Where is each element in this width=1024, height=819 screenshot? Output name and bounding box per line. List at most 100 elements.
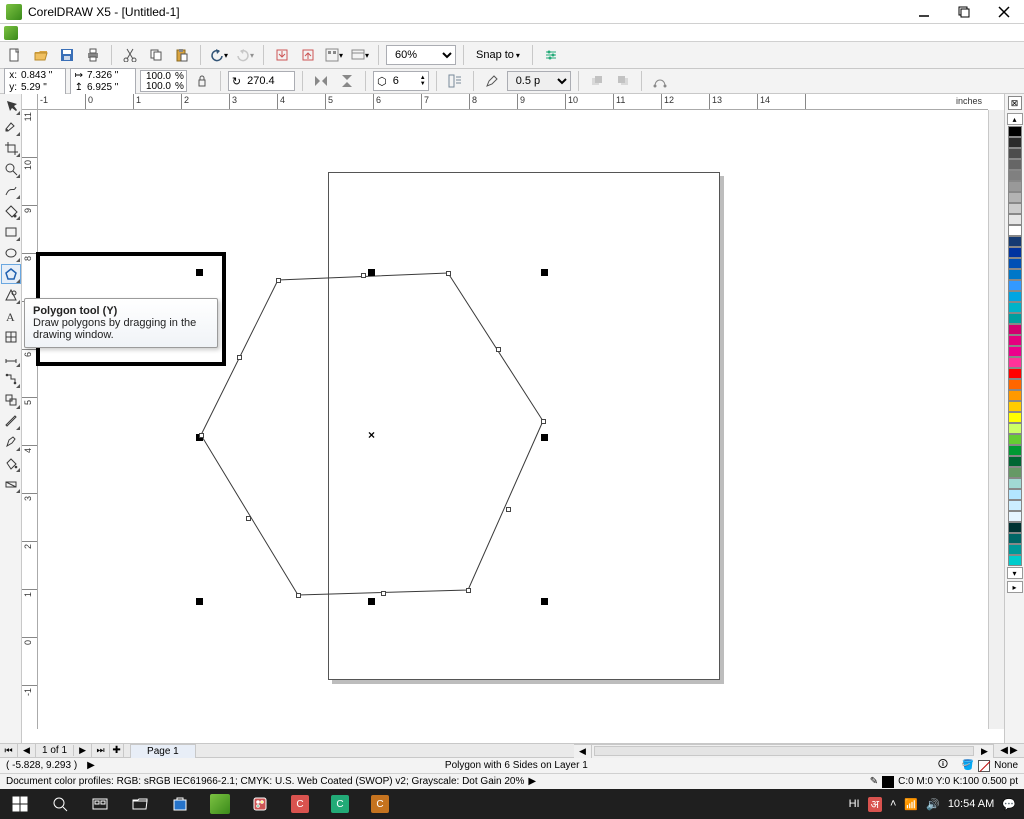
color-swatch[interactable] [1008, 445, 1022, 456]
taskbar-app-paint[interactable] [240, 789, 280, 819]
copy-button[interactable] [145, 44, 167, 66]
color-swatch[interactable] [1008, 335, 1022, 346]
color-swatch[interactable] [1008, 159, 1022, 170]
color-swatch[interactable] [1008, 192, 1022, 203]
color-swatch[interactable] [1008, 291, 1022, 302]
selection-handle-e[interactable] [541, 434, 548, 441]
color-swatch[interactable] [1008, 467, 1022, 478]
basic-shapes-tool[interactable] [1, 285, 21, 305]
outline-tool[interactable] [1, 432, 21, 452]
color-swatch[interactable] [1008, 456, 1022, 467]
drawing-canvas[interactable]: × [38, 110, 988, 729]
selection-handle-ne[interactable] [541, 269, 548, 276]
taskbar-app-store[interactable] [160, 789, 200, 819]
polygon-sides-input[interactable] [390, 74, 420, 88]
page-first-button[interactable]: ⏮ [0, 744, 18, 758]
tray-time[interactable]: 10:54 AM [948, 798, 994, 810]
to-back-button[interactable] [612, 70, 634, 92]
minimize-button[interactable] [904, 0, 944, 24]
fill-swatch-none[interactable] [978, 760, 990, 772]
selection-handle-n[interactable] [368, 269, 375, 276]
selection-handle-s[interactable] [368, 598, 375, 605]
export-button[interactable] [297, 44, 319, 66]
shape-node[interactable] [237, 355, 242, 360]
zoom-combo[interactable]: 60% [386, 45, 456, 65]
taskbar-app-2[interactable]: C [320, 789, 360, 819]
color-swatch[interactable] [1008, 269, 1022, 280]
paste-button[interactable] [171, 44, 193, 66]
selection-handle-sw[interactable] [196, 598, 203, 605]
selection-handle-se[interactable] [541, 598, 548, 605]
color-swatch[interactable] [1008, 225, 1022, 236]
profiles-expand-icon[interactable]: ▶ [528, 776, 536, 787]
color-swatch[interactable] [1008, 346, 1022, 357]
color-swatch[interactable] [1008, 280, 1022, 291]
color-swatch[interactable] [1008, 313, 1022, 324]
outline-width-combo[interactable]: 0.5 pt [507, 71, 571, 91]
color-swatch[interactable] [1008, 302, 1022, 313]
shape-node[interactable] [466, 588, 471, 593]
add-page-button[interactable]: ✚ [110, 744, 124, 758]
polygon-shape[interactable] [38, 110, 998, 743]
shape-node[interactable] [296, 593, 301, 598]
color-swatch[interactable] [1008, 555, 1022, 566]
color-swatch[interactable] [1008, 434, 1022, 445]
tray-network-icon[interactable]: 📶 [904, 798, 918, 811]
color-swatch[interactable] [1008, 324, 1022, 335]
redo-button[interactable]: ▾ [234, 44, 256, 66]
object-width-input[interactable] [85, 70, 133, 81]
color-swatch[interactable] [1008, 148, 1022, 159]
color-swatch[interactable] [1008, 489, 1022, 500]
app-launcher-button[interactable]: ▾ [323, 44, 345, 66]
shape-node[interactable] [541, 419, 546, 424]
convert-to-curves-button[interactable] [649, 70, 671, 92]
shape-node[interactable] [381, 591, 386, 596]
color-swatch[interactable] [1008, 522, 1022, 533]
eyedropper-tool[interactable] [1, 411, 21, 431]
shape-node[interactable] [361, 273, 366, 278]
interactive-fill-tool[interactable] [1, 474, 21, 494]
new-button[interactable] [4, 44, 26, 66]
fill-tool[interactable] [1, 453, 21, 473]
maximize-button[interactable] [944, 0, 984, 24]
page-last-button[interactable]: ⏭ [92, 744, 110, 758]
selection-handle-nw[interactable] [196, 269, 203, 276]
start-button[interactable] [0, 789, 40, 819]
rotation-input[interactable] [244, 74, 294, 88]
pick-tool[interactable] [1, 96, 21, 116]
nav-right-icon[interactable]: ▶ [1010, 745, 1018, 756]
interactive-tool[interactable] [1, 390, 21, 410]
snap-to-dropdown[interactable]: Snap to ▾ [471, 45, 525, 65]
lang-indicator-2[interactable]: अ [868, 797, 882, 812]
options-button[interactable] [540, 44, 562, 66]
taskbar-app-explorer[interactable] [120, 789, 160, 819]
taskbar-app-3[interactable]: C [360, 789, 400, 819]
print-button[interactable] [82, 44, 104, 66]
palette-scroll-down[interactable]: ▾ [1007, 567, 1023, 579]
color-swatch[interactable] [1008, 137, 1022, 148]
welcome-button[interactable]: ▾ [349, 44, 371, 66]
close-button[interactable] [984, 0, 1024, 24]
scale-y-input[interactable] [143, 80, 173, 93]
color-swatch[interactable] [1008, 236, 1022, 247]
color-swatch[interactable] [1008, 214, 1022, 225]
tray-volume-icon[interactable]: 🔊 [926, 798, 940, 811]
rectangle-tool[interactable] [1, 222, 21, 242]
cut-button[interactable] [119, 44, 141, 66]
tray-chevron-icon[interactable]: ˄ [890, 798, 896, 810]
color-swatch[interactable] [1008, 412, 1022, 423]
horizontal-scrollbar[interactable]: ◀▶ [574, 744, 994, 758]
color-swatch[interactable] [1008, 544, 1022, 555]
color-swatch[interactable] [1008, 478, 1022, 489]
text-tool[interactable]: A [1, 306, 21, 326]
mirror-horizontal-button[interactable] [310, 70, 332, 92]
page-next-button[interactable]: ▶ [74, 744, 92, 758]
color-swatch[interactable] [1008, 500, 1022, 511]
table-tool[interactable] [1, 327, 21, 347]
canvas-area[interactable]: -101234567891011121314inches 11109876543… [22, 94, 1004, 743]
shape-tool[interactable] [1, 117, 21, 137]
crop-tool[interactable] [1, 138, 21, 158]
shape-node[interactable] [246, 516, 251, 521]
shape-node[interactable] [276, 278, 281, 283]
to-front-button[interactable] [586, 70, 608, 92]
